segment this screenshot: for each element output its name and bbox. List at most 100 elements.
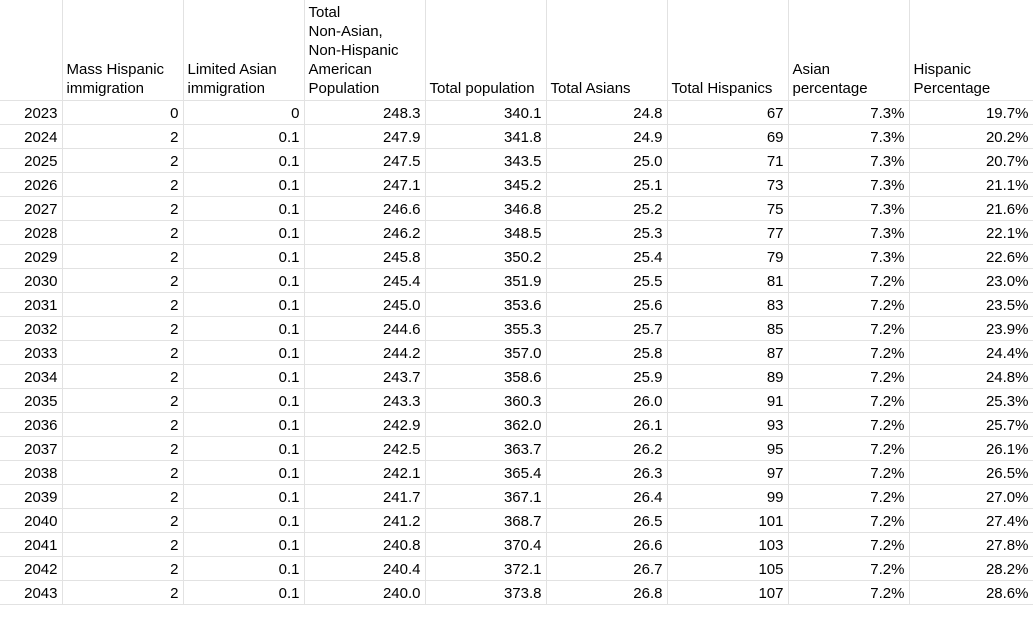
- year-cell[interactable]: 2041: [0, 532, 63, 557]
- total-population-cell[interactable]: 341.8: [425, 124, 547, 149]
- total-asians-cell[interactable]: 26.7: [546, 556, 668, 581]
- non-asian-non-hispanic-population-cell[interactable]: 245.4: [304, 268, 426, 293]
- year-cell[interactable]: 2033: [0, 340, 63, 365]
- asian-percentage-cell[interactable]: 7.2%: [788, 460, 910, 485]
- year-cell[interactable]: 2027: [0, 196, 63, 221]
- total-asians-cell[interactable]: 25.9: [546, 364, 668, 389]
- total-hispanics-cell[interactable]: 83: [667, 292, 789, 317]
- total-population-cell[interactable]: 368.7: [425, 508, 547, 533]
- total-population-cell[interactable]: 346.8: [425, 196, 547, 221]
- hispanic-percentage-cell[interactable]: 23.5%: [909, 292, 1033, 317]
- mass-hispanic-immigration-cell[interactable]: 2: [62, 244, 184, 269]
- asian-percentage-cell[interactable]: 7.3%: [788, 172, 910, 197]
- limited-asian-immigration-cell[interactable]: 0.1: [183, 460, 305, 485]
- header-cell-total-asians[interactable]: Total Asians: [546, 0, 668, 101]
- total-hispanics-cell[interactable]: 79: [667, 244, 789, 269]
- mass-hispanic-immigration-cell[interactable]: 0: [62, 100, 184, 125]
- asian-percentage-cell[interactable]: 7.2%: [788, 556, 910, 581]
- limited-asian-immigration-cell[interactable]: 0.1: [183, 196, 305, 221]
- total-hispanics-cell[interactable]: 95: [667, 436, 789, 461]
- limited-asian-immigration-cell[interactable]: 0.1: [183, 508, 305, 533]
- total-population-cell[interactable]: 372.1: [425, 556, 547, 581]
- limited-asian-immigration-cell[interactable]: 0.1: [183, 388, 305, 413]
- mass-hispanic-immigration-cell[interactable]: 2: [62, 196, 184, 221]
- non-asian-non-hispanic-population-cell[interactable]: 242.1: [304, 460, 426, 485]
- hispanic-percentage-cell[interactable]: 26.1%: [909, 436, 1033, 461]
- asian-percentage-cell[interactable]: 7.2%: [788, 412, 910, 437]
- total-asians-cell[interactable]: 25.1: [546, 172, 668, 197]
- hispanic-percentage-cell[interactable]: 20.7%: [909, 148, 1033, 173]
- limited-asian-immigration-cell[interactable]: 0.1: [183, 220, 305, 245]
- total-asians-cell[interactable]: 26.4: [546, 484, 668, 509]
- non-asian-non-hispanic-population-cell[interactable]: 246.6: [304, 196, 426, 221]
- header-cell-limited-asian-immigration[interactable]: Limited Asian immigration: [183, 0, 305, 101]
- header-cell-total-hispanics[interactable]: Total Hispanics: [667, 0, 789, 101]
- year-cell[interactable]: 2039: [0, 484, 63, 509]
- mass-hispanic-immigration-cell[interactable]: 2: [62, 268, 184, 293]
- year-cell[interactable]: 2024: [0, 124, 63, 149]
- mass-hispanic-immigration-cell[interactable]: 2: [62, 412, 184, 437]
- total-hispanics-cell[interactable]: 107: [667, 580, 789, 605]
- year-cell[interactable]: 2025: [0, 148, 63, 173]
- non-asian-non-hispanic-population-cell[interactable]: 240.0: [304, 580, 426, 605]
- total-asians-cell[interactable]: 25.7: [546, 316, 668, 341]
- total-hispanics-cell[interactable]: 105: [667, 556, 789, 581]
- total-asians-cell[interactable]: 25.8: [546, 340, 668, 365]
- non-asian-non-hispanic-population-cell[interactable]: 240.4: [304, 556, 426, 581]
- non-asian-non-hispanic-population-cell[interactable]: 242.9: [304, 412, 426, 437]
- mass-hispanic-immigration-cell[interactable]: 2: [62, 340, 184, 365]
- asian-percentage-cell[interactable]: 7.2%: [788, 316, 910, 341]
- limited-asian-immigration-cell[interactable]: 0.1: [183, 172, 305, 197]
- limited-asian-immigration-cell[interactable]: 0.1: [183, 556, 305, 581]
- hispanic-percentage-cell[interactable]: 27.8%: [909, 532, 1033, 557]
- limited-asian-immigration-cell[interactable]: 0.1: [183, 292, 305, 317]
- hispanic-percentage-cell[interactable]: 21.6%: [909, 196, 1033, 221]
- total-population-cell[interactable]: 353.6: [425, 292, 547, 317]
- total-population-cell[interactable]: 343.5: [425, 148, 547, 173]
- total-hispanics-cell[interactable]: 87: [667, 340, 789, 365]
- non-asian-non-hispanic-population-cell[interactable]: 243.7: [304, 364, 426, 389]
- asian-percentage-cell[interactable]: 7.2%: [788, 580, 910, 605]
- mass-hispanic-immigration-cell[interactable]: 2: [62, 172, 184, 197]
- hispanic-percentage-cell[interactable]: 21.1%: [909, 172, 1033, 197]
- year-cell[interactable]: 2040: [0, 508, 63, 533]
- total-population-cell[interactable]: 363.7: [425, 436, 547, 461]
- total-population-cell[interactable]: 355.3: [425, 316, 547, 341]
- limited-asian-immigration-cell[interactable]: 0.1: [183, 364, 305, 389]
- non-asian-non-hispanic-population-cell[interactable]: 246.2: [304, 220, 426, 245]
- limited-asian-immigration-cell[interactable]: 0.1: [183, 316, 305, 341]
- hispanic-percentage-cell[interactable]: 25.7%: [909, 412, 1033, 437]
- non-asian-non-hispanic-population-cell[interactable]: 241.2: [304, 508, 426, 533]
- year-cell[interactable]: 2026: [0, 172, 63, 197]
- hispanic-percentage-cell[interactable]: 22.6%: [909, 244, 1033, 269]
- header-cell-total-population[interactable]: Total population: [425, 0, 547, 101]
- hispanic-percentage-cell[interactable]: 28.2%: [909, 556, 1033, 581]
- asian-percentage-cell[interactable]: 7.3%: [788, 196, 910, 221]
- non-asian-non-hispanic-population-cell[interactable]: 247.9: [304, 124, 426, 149]
- total-hispanics-cell[interactable]: 91: [667, 388, 789, 413]
- mass-hispanic-immigration-cell[interactable]: 2: [62, 580, 184, 605]
- total-population-cell[interactable]: 357.0: [425, 340, 547, 365]
- non-asian-non-hispanic-population-cell[interactable]: 243.3: [304, 388, 426, 413]
- total-asians-cell[interactable]: 26.2: [546, 436, 668, 461]
- non-asian-non-hispanic-population-cell[interactable]: 248.3: [304, 100, 426, 125]
- total-population-cell[interactable]: 370.4: [425, 532, 547, 557]
- hispanic-percentage-cell[interactable]: 23.0%: [909, 268, 1033, 293]
- total-hispanics-cell[interactable]: 69: [667, 124, 789, 149]
- hispanic-percentage-cell[interactable]: 24.8%: [909, 364, 1033, 389]
- hispanic-percentage-cell[interactable]: 25.3%: [909, 388, 1033, 413]
- total-population-cell[interactable]: 358.6: [425, 364, 547, 389]
- total-hispanics-cell[interactable]: 103: [667, 532, 789, 557]
- hispanic-percentage-cell[interactable]: 19.7%: [909, 100, 1033, 125]
- limited-asian-immigration-cell[interactable]: 0.1: [183, 124, 305, 149]
- year-cell[interactable]: 2031: [0, 292, 63, 317]
- total-population-cell[interactable]: 340.1: [425, 100, 547, 125]
- asian-percentage-cell[interactable]: 7.3%: [788, 244, 910, 269]
- total-asians-cell[interactable]: 25.4: [546, 244, 668, 269]
- hispanic-percentage-cell[interactable]: 27.4%: [909, 508, 1033, 533]
- limited-asian-immigration-cell[interactable]: 0.1: [183, 244, 305, 269]
- total-population-cell[interactable]: 367.1: [425, 484, 547, 509]
- year-cell[interactable]: 2042: [0, 556, 63, 581]
- total-hispanics-cell[interactable]: 73: [667, 172, 789, 197]
- limited-asian-immigration-cell[interactable]: 0.1: [183, 436, 305, 461]
